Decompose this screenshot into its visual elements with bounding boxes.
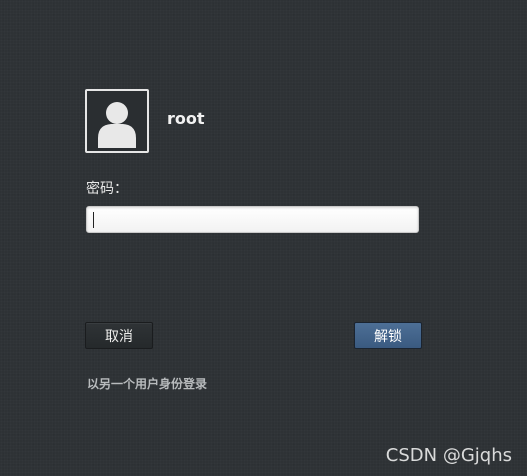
default-user-avatar-icon [98,102,136,148]
password-input[interactable] [86,206,419,233]
text-caret [93,212,94,228]
switch-user-link[interactable]: 以另一个用户身份登录 [87,375,207,392]
cancel-button[interactable]: 取消 [85,322,153,349]
watermark: CSDN @Gjqhs [385,445,512,466]
unlock-button[interactable]: 解锁 [354,322,422,349]
password-label: 密码： [86,181,128,197]
user-avatar [85,89,149,153]
username: root [167,109,205,128]
